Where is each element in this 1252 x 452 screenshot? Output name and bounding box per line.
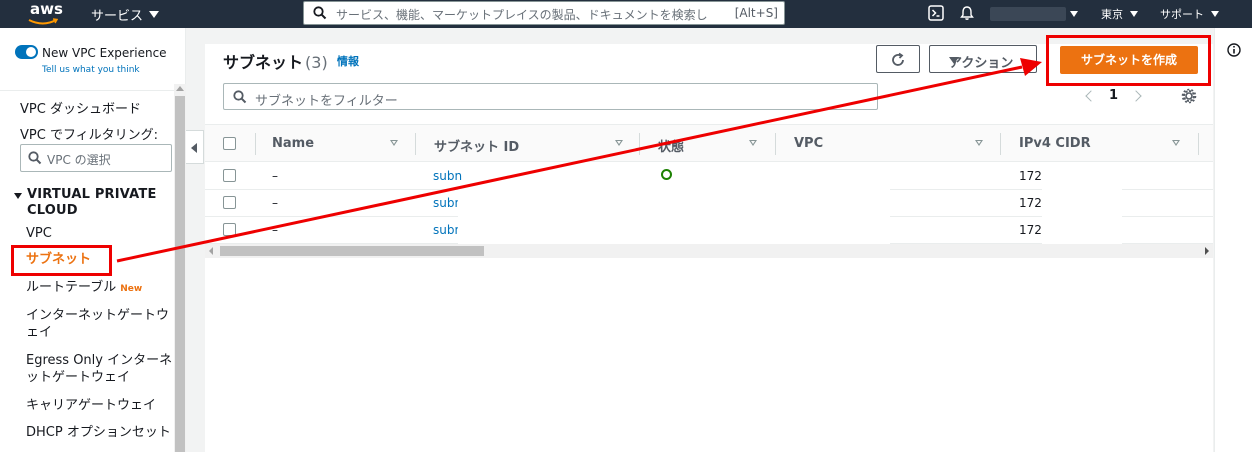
table-header: Name サブネット ID 状態 VPC IPv4 CIDR (205, 124, 1213, 162)
search-icon (313, 6, 327, 20)
filter-label: VPC でフィルタリング: (20, 128, 159, 143)
sidebar-scrollbar[interactable] (174, 84, 186, 452)
column-divider (415, 133, 416, 155)
services-menu[interactable]: サービス (91, 5, 160, 24)
sort-icon[interactable] (615, 140, 623, 146)
caret-down-icon (14, 193, 22, 199)
page-number[interactable]: 1 (1109, 88, 1118, 103)
cell-subnet-id[interactable]: subn (433, 169, 462, 183)
select-all-checkbox[interactable] (223, 137, 236, 150)
sidebar-item-dashboard[interactable]: VPC ダッシュボード (20, 98, 141, 117)
top-navigation-bar: aws サービス サービス、機能、マーケットプレイスの製品、ドキュメントを検索し… (0, 0, 1252, 28)
page-title: サブネット (3) (223, 53, 328, 72)
region-menu[interactable]: 東京 (1101, 6, 1138, 22)
cell-ipv4-cidr: 172 (1019, 196, 1042, 210)
refresh-icon (892, 52, 904, 66)
chevron-down-icon (1211, 11, 1219, 17)
column-header-subnet-id[interactable]: サブネット ID (434, 136, 519, 155)
column-divider (255, 133, 256, 155)
redacted-area (1042, 188, 1122, 244)
sidebar: New VPC Experience Tell us what you thin… (0, 28, 186, 452)
aws-logo[interactable]: aws (26, 0, 66, 28)
scroll-left-arrow-icon[interactable] (209, 247, 213, 255)
highlight-box-subnets (11, 245, 112, 276)
sidebar-item-egress-only-igw[interactable]: Egress Only インターネットゲートウェイ (26, 352, 176, 386)
column-divider (1000, 133, 1001, 155)
column-header-vpc[interactable]: VPC (794, 136, 823, 151)
scrollbar-thumb[interactable] (220, 246, 484, 256)
new-vpc-experience-label: New VPC Experience (42, 46, 167, 60)
chevron-down-icon (1130, 11, 1138, 17)
info-link[interactable]: 情報 (337, 53, 359, 69)
new-badge: New (120, 284, 143, 294)
search-icon (28, 151, 42, 165)
scroll-right-arrow-icon[interactable] (1205, 247, 1209, 255)
sidebar-item-internet-gateways[interactable]: インターネットゲートウェイ (26, 307, 176, 341)
chevron-down-icon (949, 57, 959, 64)
table-row[interactable]: – subn 172 (205, 163, 1213, 190)
column-header-ipv4-cidr[interactable]: IPv4 CIDR (1019, 136, 1091, 151)
row-checkbox[interactable] (223, 223, 236, 236)
sort-icon[interactable] (1172, 140, 1180, 146)
info-icon[interactable] (1227, 43, 1241, 57)
item-count: (3) (305, 53, 328, 72)
cell-name: – (272, 223, 278, 237)
sidebar-section-vpc[interactable]: VIRTUAL PRIVATE CLOUD (14, 187, 177, 219)
divider (0, 90, 176, 91)
sort-icon[interactable] (749, 140, 757, 146)
help-panel-rail (1214, 28, 1252, 452)
previous-page-icon[interactable] (1085, 89, 1097, 102)
row-checkbox[interactable] (223, 169, 236, 182)
global-search-input[interactable]: サービス、機能、マーケットプレイスの製品、ドキュメントを検索し [Alt+S] (303, 1, 785, 25)
subnet-filter-input[interactable]: サブネットをフィルター (223, 83, 878, 110)
table-horizontal-scrollbar[interactable] (205, 244, 1213, 258)
caret-left-icon (191, 143, 197, 153)
gear-icon[interactable] (1181, 88, 1197, 104)
cell-ipv4-cidr: 172 (1019, 169, 1042, 183)
scrollbar-thumb[interactable] (175, 96, 185, 452)
cloudshell-icon[interactable] (927, 4, 945, 22)
collapse-sidebar-button[interactable] (186, 130, 204, 164)
search-icon (233, 90, 247, 104)
column-header-state[interactable]: 状態 (658, 136, 684, 155)
redacted-area (458, 188, 890, 244)
aws-smile-icon (28, 18, 58, 25)
next-page-icon[interactable] (1130, 89, 1142, 102)
support-menu[interactable]: サポート (1160, 6, 1219, 22)
actions-button[interactable]: アクション (929, 45, 1037, 73)
sidebar-item-carrier-gateways[interactable]: キャリアゲートウェイ (26, 397, 176, 414)
sidebar-item-dhcp-options[interactable]: DHCP オプションセット (26, 424, 176, 441)
column-divider (639, 133, 640, 155)
sidebar-item-vpc[interactable]: VPC (26, 225, 176, 242)
vpc-select[interactable]: VPC の選択 (20, 144, 172, 172)
chevron-down-icon (1070, 11, 1078, 17)
column-header-name[interactable]: Name (272, 136, 314, 151)
bell-icon[interactable] (958, 4, 976, 22)
column-divider (775, 133, 776, 155)
refresh-button[interactable] (876, 45, 920, 73)
cell-ipv4-cidr: 172 (1019, 223, 1042, 237)
sidebar-item-route-tables[interactable]: ルートテーブル New (26, 279, 176, 298)
new-vpc-experience-toggle[interactable] (15, 45, 38, 59)
chevron-down-icon (149, 11, 160, 18)
column-divider (1198, 133, 1199, 155)
feedback-link[interactable]: Tell us what you think (42, 65, 140, 75)
cell-name: – (272, 196, 278, 210)
cell-name: – (272, 169, 278, 183)
sort-icon[interactable] (390, 140, 398, 146)
highlight-box-create-subnet (1046, 35, 1211, 86)
available-status-icon (661, 169, 672, 180)
pagination: 1 (1085, 88, 1142, 103)
account-menu[interactable] (990, 7, 1066, 21)
main-content: サブネット (3) 情報 アクション サブネットを作成 サブネットをフィルター 1… (205, 44, 1213, 452)
row-checkbox[interactable] (223, 196, 236, 209)
scroll-up-arrow-icon[interactable] (176, 86, 184, 91)
sort-icon[interactable] (975, 140, 983, 146)
